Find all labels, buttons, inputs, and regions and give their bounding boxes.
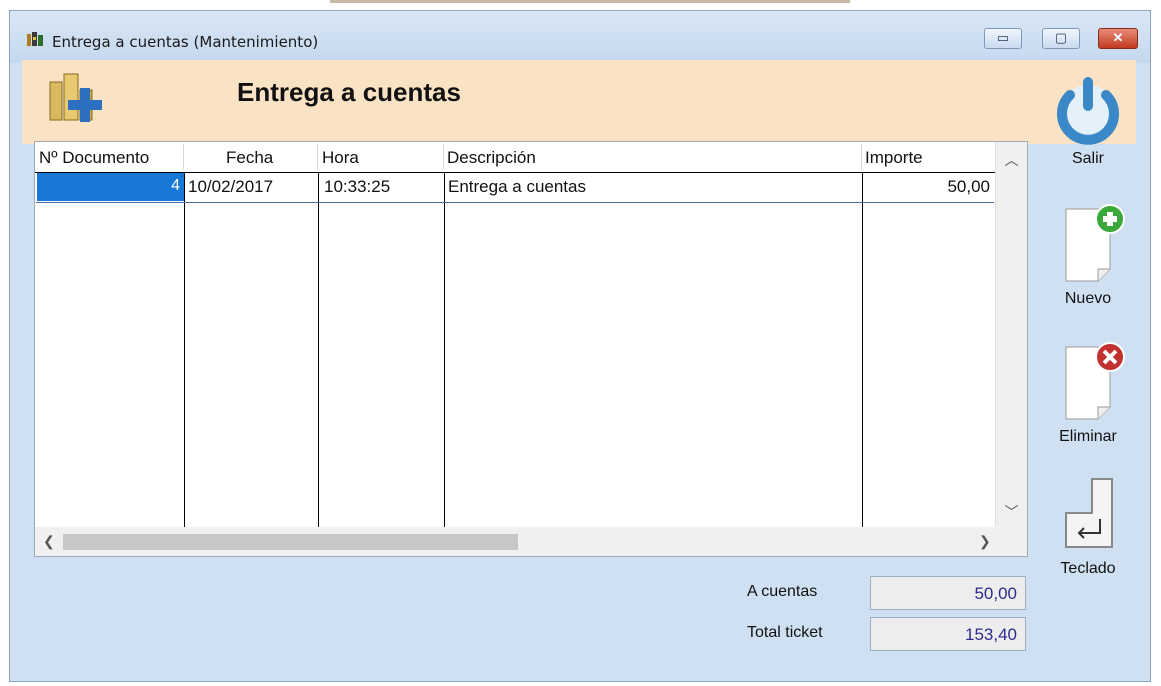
eliminar-button[interactable]: Eliminar: [1044, 341, 1132, 456]
page-title: Entrega a cuentas: [237, 77, 461, 107]
header-band: Entrega a cuentas: [22, 60, 1136, 144]
total-ticket-field: 153,40: [870, 617, 1026, 651]
minimize-button[interactable]: ▭: [984, 28, 1022, 49]
title-bar: Entrega a cuentas (Mantenimiento) ▭ ▢ ✕: [10, 11, 1150, 63]
col-header-importe[interactable]: Importe: [865, 148, 923, 168]
col-header-hora[interactable]: Hora: [322, 148, 359, 168]
scroll-down-icon[interactable]: ﹀: [996, 502, 1027, 522]
col-header-fecha[interactable]: Fecha: [226, 148, 273, 168]
a-cuentas-field: 50,00: [870, 576, 1026, 610]
scroll-left-icon[interactable]: ❮: [43, 533, 55, 550]
minimize-icon: ▭: [996, 30, 1010, 45]
entregas-grid[interactable]: Nº Documento Fecha Hora Descripción Impo…: [34, 141, 1028, 557]
column-divider: [184, 172, 185, 528]
background-window-edge: [330, 0, 850, 3]
col-header-documento[interactable]: Nº Documento: [39, 148, 149, 168]
maximize-icon: ▢: [1054, 30, 1068, 45]
teclado-label: Teclado: [1060, 560, 1116, 577]
cell-documento-value: 4: [171, 177, 180, 194]
col-separator[interactable]: [183, 144, 184, 170]
power-icon: [1057, 77, 1119, 145]
column-divider: [862, 172, 863, 528]
column-divider: [444, 172, 445, 528]
app-icon: [27, 32, 43, 46]
grid-header: Nº Documento Fecha Hora Descripción Impo…: [35, 142, 1027, 173]
column-divider: [318, 172, 319, 528]
horizontal-scrollbar[interactable]: ❮ ❯: [35, 527, 1027, 556]
cell-descripcion[interactable]: Entrega a cuentas: [448, 177, 586, 197]
table-row[interactable]: 4 10/02/2017 10:33:25 Entrega a cuentas …: [36, 173, 994, 203]
delete-document-icon: [1065, 342, 1125, 420]
scroll-up-icon[interactable]: ︿: [996, 150, 1027, 170]
cell-fecha[interactable]: 10/02/2017: [188, 177, 273, 197]
col-header-descripcion[interactable]: Descripción: [447, 148, 536, 168]
a-cuentas-value: 50,00: [974, 584, 1017, 603]
new-document-icon: [1065, 204, 1125, 282]
scroll-right-icon[interactable]: ❯: [979, 533, 991, 550]
horizontal-scroll-thumb[interactable]: [63, 534, 518, 550]
total-ticket-value: 153,40: [965, 625, 1017, 644]
salir-label: Salir: [1071, 150, 1104, 167]
window-title: Entrega a cuentas (Mantenimiento): [52, 33, 319, 51]
eliminar-label: Eliminar: [1059, 428, 1117, 445]
col-separator[interactable]: [317, 144, 318, 170]
coins-plus-icon: [49, 73, 102, 122]
cell-documento[interactable]: 4: [37, 173, 184, 201]
maximize-button[interactable]: ▢: [1042, 28, 1080, 49]
nuevo-label: Nuevo: [1064, 290, 1112, 307]
main-window: Entrega a cuentas (Mantenimiento) ▭ ▢ ✕ …: [9, 10, 1151, 682]
nuevo-button[interactable]: Nuevo: [1044, 203, 1132, 313]
close-button[interactable]: ✕: [1098, 28, 1138, 49]
total-ticket-label: Total ticket: [747, 624, 823, 641]
a-cuentas-label: A cuentas: [747, 583, 818, 600]
teclado-button[interactable]: Teclado: [1044, 473, 1132, 593]
col-separator[interactable]: [443, 144, 444, 170]
keyboard-enter-icon: [1065, 478, 1113, 548]
cell-importe[interactable]: 50,00: [947, 177, 990, 197]
col-separator[interactable]: [861, 144, 862, 170]
vertical-scrollbar[interactable]: ︿ ﹀: [995, 142, 1027, 527]
close-icon: ✕: [1112, 30, 1124, 45]
salir-button[interactable]: Salir: [1044, 73, 1132, 183]
cell-hora[interactable]: 10:33:25: [324, 177, 390, 197]
